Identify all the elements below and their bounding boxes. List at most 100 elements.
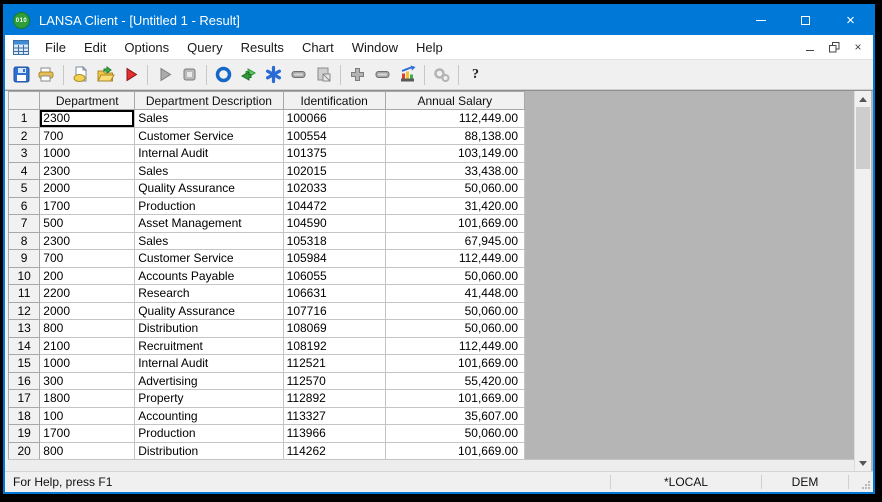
department-cell[interactable]: 700	[39, 249, 136, 268]
identification-cell[interactable]: 100066	[282, 109, 386, 128]
department-description-cell[interactable]: Research	[134, 284, 284, 303]
department-cell[interactable]: 800	[39, 319, 136, 338]
stop-button[interactable]	[177, 62, 202, 88]
menu-help[interactable]: Help	[407, 37, 452, 58]
department-description-cell[interactable]: Production	[134, 424, 284, 443]
run-query-button[interactable]	[118, 62, 143, 88]
identification-cell[interactable]: 112521	[282, 354, 386, 373]
row-number-cell[interactable]: 9	[7, 249, 41, 268]
department-cell[interactable]: 2200	[39, 284, 136, 303]
department-cell[interactable]: 2000	[39, 301, 136, 320]
menu-options[interactable]: Options	[115, 37, 178, 58]
annual-salary-cell[interactable]: 50,060.00	[384, 179, 526, 198]
freeze-button[interactable]	[261, 62, 286, 88]
identification-cell[interactable]: 105318	[282, 231, 386, 250]
annual-salary-cell[interactable]: 55,420.00	[384, 371, 526, 390]
row-number-cell[interactable]: 19	[7, 424, 41, 443]
department-description-cell[interactable]: Sales	[134, 231, 284, 250]
menu-chart[interactable]: Chart	[293, 37, 343, 58]
identification-cell[interactable]: 104590	[282, 214, 386, 233]
record-button[interactable]	[211, 62, 236, 88]
annual-salary-cell[interactable]: 67,945.00	[384, 231, 526, 250]
department-description-cell[interactable]: Accounts Payable	[134, 266, 284, 285]
row-number-cell[interactable]: 18	[7, 406, 41, 425]
department-cell[interactable]: 1700	[39, 424, 136, 443]
col-header-description[interactable]: Department Description	[134, 91, 284, 110]
play-button[interactable]	[152, 62, 177, 88]
menu-edit[interactable]: Edit	[75, 37, 115, 58]
row-number-cell[interactable]: 6	[7, 196, 41, 215]
department-description-cell[interactable]: Quality Assurance	[134, 301, 284, 320]
mdi-restore-button[interactable]	[827, 40, 841, 54]
remove-column-button[interactable]	[370, 62, 395, 88]
department-description-cell[interactable]: Customer Service	[134, 249, 284, 268]
identification-cell[interactable]: 108069	[282, 319, 386, 338]
identification-cell[interactable]: 106631	[282, 284, 386, 303]
identification-cell[interactable]: 100554	[282, 126, 386, 145]
row-number-cell[interactable]: 13	[7, 319, 41, 338]
department-cell[interactable]: 2300	[39, 231, 136, 250]
mdi-close-button[interactable]: ×	[851, 40, 865, 54]
swap-button[interactable]	[236, 62, 261, 88]
department-description-cell[interactable]: Customer Service	[134, 126, 284, 145]
minimize-button[interactable]	[738, 6, 783, 35]
print-button[interactable]	[34, 62, 59, 88]
col-header-department[interactable]: Department	[39, 91, 136, 110]
department-description-cell[interactable]: Internal Audit	[134, 354, 284, 373]
department-cell[interactable]: 2100	[39, 336, 136, 355]
row-number-cell[interactable]: 16	[7, 371, 41, 390]
help-button[interactable]: ?	[463, 62, 488, 88]
department-cell[interactable]: 500	[39, 214, 136, 233]
chart-button[interactable]	[395, 62, 420, 88]
identification-cell[interactable]: 107716	[282, 301, 386, 320]
department-description-cell[interactable]: Sales	[134, 161, 284, 180]
menu-query[interactable]: Query	[178, 37, 231, 58]
department-description-cell[interactable]: Recruitment	[134, 336, 284, 355]
annual-salary-cell[interactable]: 112,449.00	[384, 109, 526, 128]
row-number-cell[interactable]: 17	[7, 389, 41, 408]
identification-cell[interactable]: 108192	[282, 336, 386, 355]
col-header-annual-salary[interactable]: Annual Salary	[384, 91, 526, 110]
department-description-cell[interactable]: Distribution	[134, 441, 284, 460]
department-cell[interactable]: 200	[39, 266, 136, 285]
scrollbar-thumb[interactable]	[856, 107, 870, 169]
annual-salary-cell[interactable]: 101,669.00	[384, 214, 526, 233]
annual-salary-cell[interactable]: 33,438.00	[384, 161, 526, 180]
department-description-cell[interactable]: Production	[134, 196, 284, 215]
annual-salary-cell[interactable]: 101,669.00	[384, 441, 526, 460]
identification-cell[interactable]: 113327	[282, 406, 386, 425]
department-cell[interactable]: 1000	[39, 354, 136, 373]
identification-cell[interactable]: 104472	[282, 196, 386, 215]
export-button[interactable]	[311, 62, 336, 88]
department-description-cell[interactable]: Distribution	[134, 319, 284, 338]
vertical-scrollbar[interactable]	[854, 91, 871, 471]
settings-button[interactable]	[429, 62, 454, 88]
annual-salary-cell[interactable]: 103,149.00	[384, 144, 526, 163]
annual-salary-cell[interactable]: 50,060.00	[384, 266, 526, 285]
menu-file[interactable]: File	[36, 37, 75, 58]
mdi-minimize-button[interactable]	[803, 40, 817, 54]
annual-salary-cell[interactable]: 112,449.00	[384, 336, 526, 355]
department-description-cell[interactable]: Internal Audit	[134, 144, 284, 163]
row-number-cell[interactable]: 15	[7, 354, 41, 373]
scroll-up-button[interactable]	[855, 91, 871, 107]
row-number-cell[interactable]: 11	[7, 284, 41, 303]
scrollbar-track[interactable]	[855, 107, 871, 455]
annual-salary-cell[interactable]: 50,060.00	[384, 424, 526, 443]
department-description-cell[interactable]: Property	[134, 389, 284, 408]
row-number-cell[interactable]: 10	[7, 266, 41, 285]
row-number-cell[interactable]: 2	[7, 126, 41, 145]
identification-cell[interactable]: 105984	[282, 249, 386, 268]
scroll-down-button[interactable]	[855, 455, 871, 471]
identification-cell[interactable]: 112892	[282, 389, 386, 408]
close-button[interactable]: ×	[828, 6, 873, 35]
maximize-button[interactable]	[783, 6, 828, 35]
save-button[interactable]	[9, 62, 34, 88]
annual-salary-cell[interactable]: 50,060.00	[384, 301, 526, 320]
row-number-cell[interactable]: 8	[7, 231, 41, 250]
row-number-cell[interactable]: 4	[7, 161, 41, 180]
identification-cell[interactable]: 106055	[282, 266, 386, 285]
department-description-cell[interactable]: Sales	[134, 109, 284, 128]
annual-salary-cell[interactable]: 101,669.00	[384, 389, 526, 408]
col-header-identification[interactable]: Identification	[282, 91, 386, 110]
